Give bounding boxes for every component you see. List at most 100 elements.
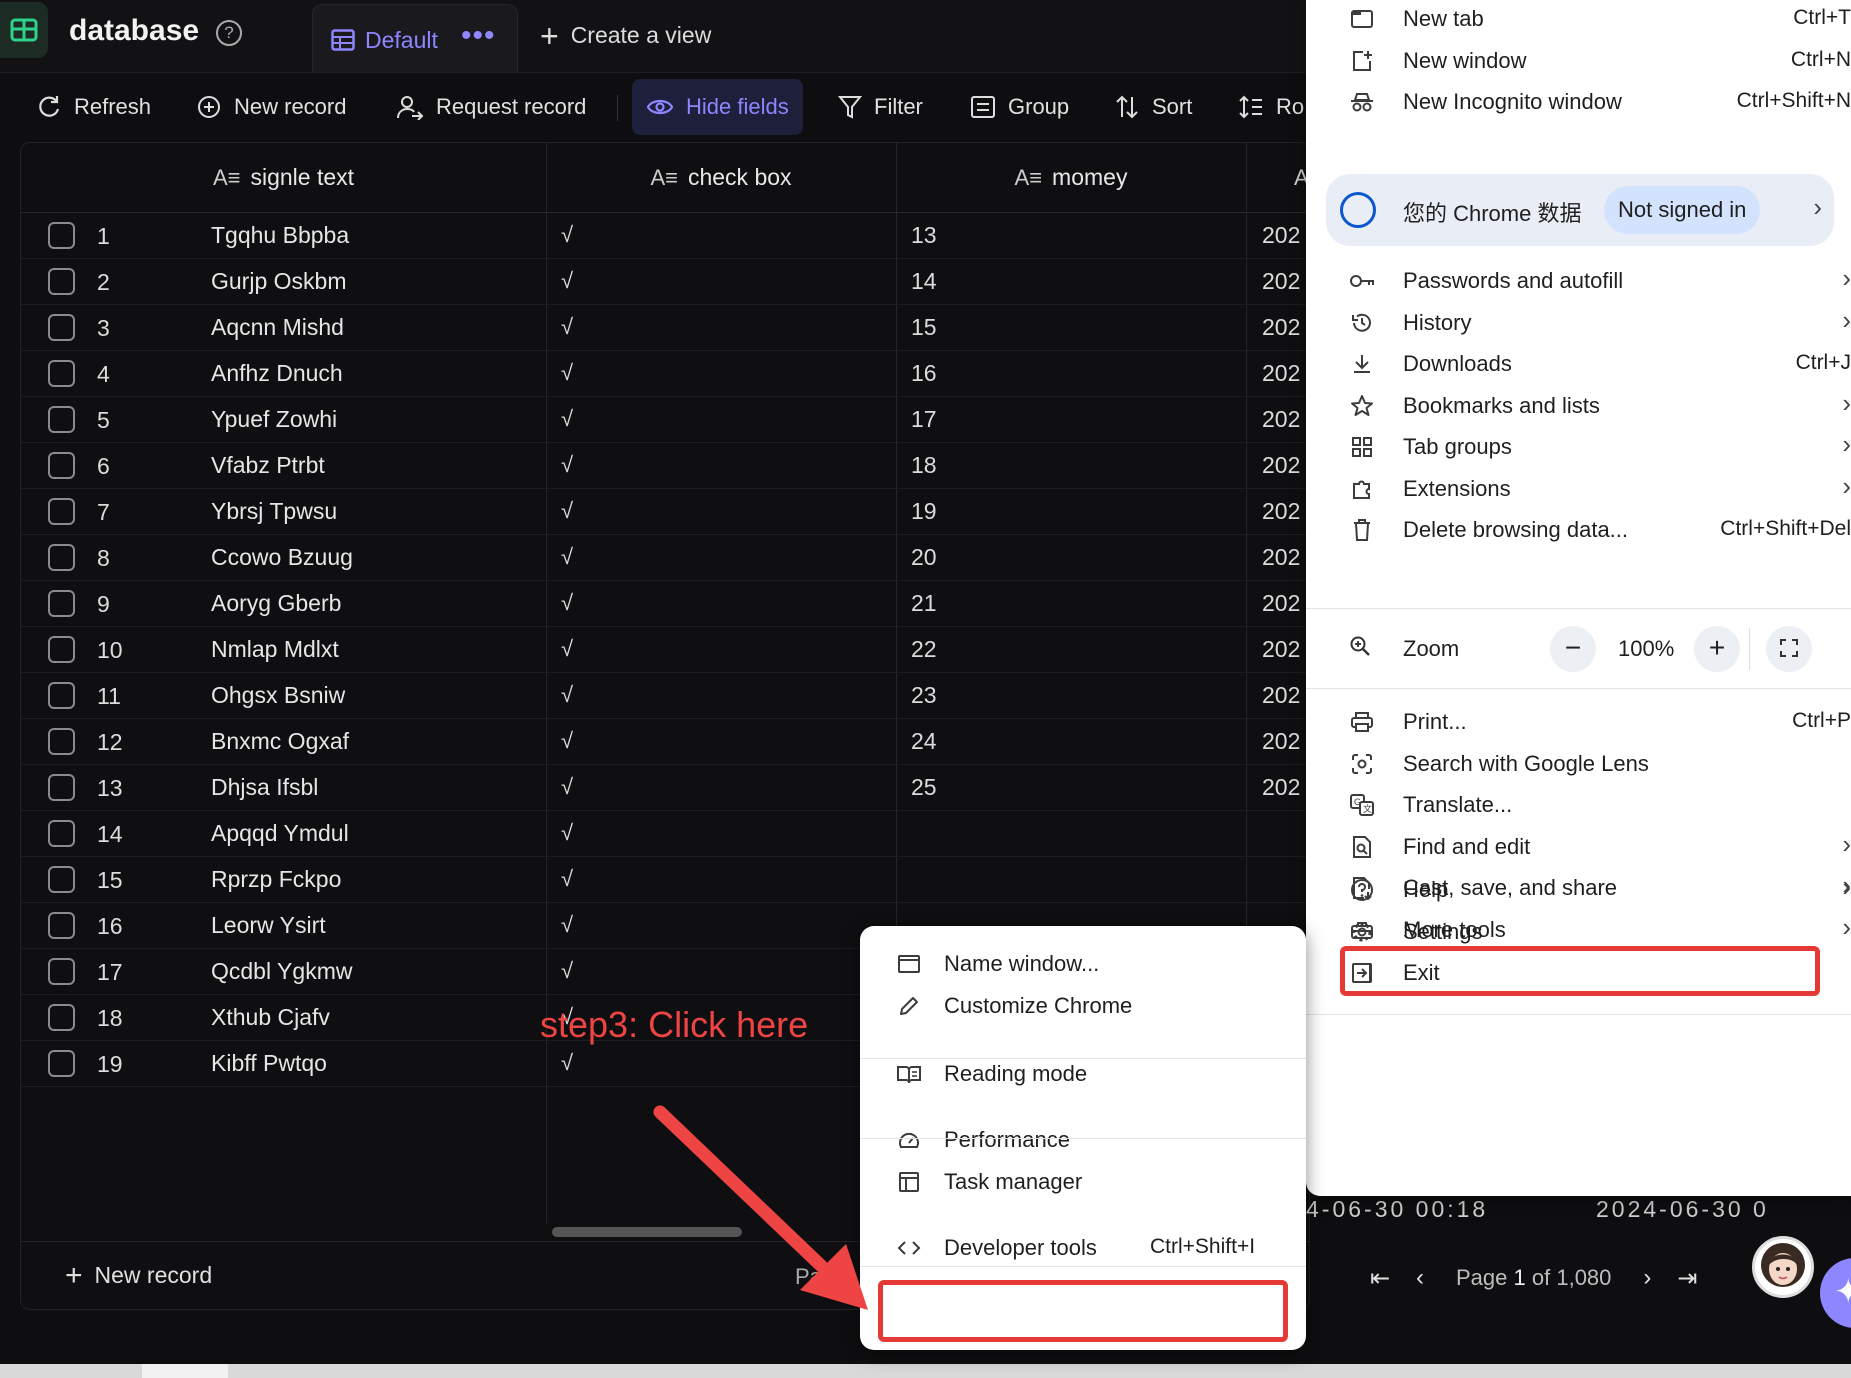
date-cell[interactable]: 202: [1262, 452, 1300, 479]
date-cell[interactable]: 202: [1262, 774, 1300, 801]
first-page-icon[interactable]: ⇤: [1360, 1264, 1400, 1293]
table-row[interactable]: 3 Aqcnn Mishd √ 15 202: [21, 305, 1309, 351]
sort-button[interactable]: Sort: [1102, 79, 1204, 135]
next-page-icon[interactable]: ›: [1627, 1264, 1667, 1292]
hide-fields-button[interactable]: Hide fields: [632, 79, 803, 135]
footer-new-record-button[interactable]: + New record: [65, 1260, 212, 1290]
column-header-date[interactable]: A≡: [1246, 143, 1309, 213]
column-header-single-text[interactable]: A≡ signle text: [21, 143, 546, 213]
ai-assistant-button[interactable]: ✦: [1820, 1258, 1851, 1328]
chrome-profile-item[interactable]: 您的 Chrome 数据 Not signed in ›: [1326, 174, 1834, 246]
single-text-cell[interactable]: Ohgsx Bsniw: [211, 682, 345, 709]
menu-item-delete-browsing-data[interactable]: Delete browsing data... Ctrl+Shift+Del: [1306, 506, 1851, 554]
check-box-cell[interactable]: √: [561, 222, 573, 248]
check-box-cell[interactable]: √: [561, 866, 573, 892]
table-row[interactable]: 13 Dhjsa Ifsbl √ 25 202: [21, 765, 1309, 811]
row-checkbox[interactable]: [48, 774, 75, 801]
date-cell[interactable]: 202: [1262, 222, 1300, 249]
check-box-cell[interactable]: √: [561, 314, 573, 340]
group-button[interactable]: Group: [958, 79, 1081, 135]
single-text-cell[interactable]: Rprzp Fckpo: [211, 866, 341, 893]
table-row[interactable]: 11 Ohgsx Bsniw √ 23 202: [21, 673, 1309, 719]
money-cell[interactable]: 16: [911, 360, 937, 387]
single-text-cell[interactable]: Qcdbl Ygkmw: [211, 958, 352, 985]
check-box-cell[interactable]: √: [561, 452, 573, 478]
row-checkbox[interactable]: [48, 314, 75, 341]
row-checkbox[interactable]: [48, 636, 75, 663]
single-text-cell[interactable]: Nmlap Mdlxt: [211, 636, 339, 663]
table-row[interactable]: 8 Ccowo Bzuug √ 20 202: [21, 535, 1309, 581]
table-row[interactable]: 2 Gurjp Oskbm √ 14 202: [21, 259, 1309, 305]
row-height-button[interactable]: Ro: [1226, 79, 1316, 135]
date-cell[interactable]: 202: [1262, 590, 1300, 617]
request-record-button[interactable]: Request record: [384, 79, 598, 135]
date-cell[interactable]: 202: [1262, 636, 1300, 663]
submenu-item-task-manager[interactable]: Task manager: [860, 1158, 1306, 1206]
row-checkbox[interactable]: [48, 958, 75, 985]
app-logo[interactable]: [0, 2, 48, 58]
row-checkbox[interactable]: [48, 682, 75, 709]
table-row[interactable]: 7 Ybrsj Tpwsu √ 19 202: [21, 489, 1309, 535]
single-text-cell[interactable]: Dhjsa Ifsbl: [211, 774, 318, 801]
column-header-money[interactable]: A≡ momey: [896, 143, 1246, 213]
single-text-cell[interactable]: Gurjp Oskbm: [211, 268, 346, 295]
money-cell[interactable]: 14: [911, 268, 937, 295]
row-checkbox[interactable]: [48, 406, 75, 433]
view-more-icon[interactable]: •••: [461, 19, 496, 53]
column-header-check-box[interactable]: A≡ check box: [546, 143, 896, 213]
fullscreen-button[interactable]: [1766, 626, 1812, 672]
table-row[interactable]: 5 Ypuef Zowhi √ 17 202: [21, 397, 1309, 443]
table-row[interactable]: 6 Vfabz Ptrbt √ 18 202: [21, 443, 1309, 489]
money-cell[interactable]: 22: [911, 636, 937, 663]
table-row[interactable]: 4 Anfhz Dnuch √ 16 202: [21, 351, 1309, 397]
money-cell[interactable]: 15: [911, 314, 937, 341]
submenu-item-name-window[interactable]: Name window...: [860, 940, 1306, 988]
money-cell[interactable]: 18: [911, 452, 937, 479]
single-text-cell[interactable]: Aoryg Gberb: [211, 590, 341, 617]
money-cell[interactable]: 25: [911, 774, 937, 801]
single-text-cell[interactable]: Vfabz Ptrbt: [211, 452, 325, 479]
create-view-button[interactable]: + Create a view: [540, 20, 711, 52]
submenu-item-developer-tools[interactable]: Developer tools Ctrl+Shift+I: [860, 1224, 1306, 1272]
row-checkbox[interactable]: [48, 728, 75, 755]
table-row[interactable]: 15 Rprzp Fckpo √: [21, 857, 1309, 903]
money-cell[interactable]: 13: [911, 222, 937, 249]
single-text-cell[interactable]: Kibff Pwtqo: [211, 1050, 327, 1077]
table-row[interactable]: 10 Nmlap Mdlxt √ 22 202: [21, 627, 1309, 673]
money-cell[interactable]: 20: [911, 544, 937, 571]
single-text-cell[interactable]: Bnxmc Ogxaf: [211, 728, 349, 755]
single-text-cell[interactable]: Anfhz Dnuch: [211, 360, 343, 387]
table-row[interactable]: 12 Bnxmc Ogxaf √ 24 202: [21, 719, 1309, 765]
new-record-button[interactable]: New record: [184, 79, 358, 135]
single-text-cell[interactable]: Apqqd Ymdul: [211, 820, 349, 847]
last-page-icon[interactable]: ⇥: [1667, 1264, 1707, 1293]
check-box-cell[interactable]: √: [561, 406, 573, 432]
single-text-cell[interactable]: Leorw Ysirt: [211, 912, 326, 939]
table-row[interactable]: 9 Aoryg Gberb √ 21 202: [21, 581, 1309, 627]
submenu-item-customize-chrome[interactable]: Customize Chrome: [860, 982, 1306, 1030]
date-cell[interactable]: 202: [1262, 728, 1300, 755]
avatar[interactable]: [1752, 1236, 1814, 1298]
help-icon[interactable]: ?: [216, 20, 242, 46]
table-row[interactable]: 1 Tgqhu Bbpba √ 13 202: [21, 213, 1309, 259]
single-text-cell[interactable]: Aqcnn Mishd: [211, 314, 344, 341]
refresh-button[interactable]: Refresh: [24, 79, 163, 135]
zoom-out-button[interactable]: −: [1550, 626, 1596, 672]
single-text-cell[interactable]: Ypuef Zowhi: [211, 406, 337, 433]
row-checkbox[interactable]: [48, 268, 75, 295]
check-box-cell[interactable]: √: [561, 958, 573, 984]
menu-item-exit[interactable]: Exit: [1306, 949, 1851, 997]
date-cell[interactable]: 202: [1262, 406, 1300, 433]
single-text-cell[interactable]: Ybrsj Tpwsu: [211, 498, 337, 525]
check-box-cell[interactable]: √: [561, 590, 573, 616]
single-text-cell[interactable]: Tgqhu Bbpba: [211, 222, 349, 249]
row-checkbox[interactable]: [48, 912, 75, 939]
check-box-cell[interactable]: √: [561, 820, 573, 846]
row-checkbox[interactable]: [48, 498, 75, 525]
date-cell[interactable]: 202: [1262, 314, 1300, 341]
date-cell[interactable]: 202: [1262, 682, 1300, 709]
tab-default-view[interactable]: Default •••: [312, 4, 518, 72]
filter-button[interactable]: Filter: [826, 79, 935, 135]
row-checkbox[interactable]: [48, 222, 75, 249]
money-cell[interactable]: 17: [911, 406, 937, 433]
